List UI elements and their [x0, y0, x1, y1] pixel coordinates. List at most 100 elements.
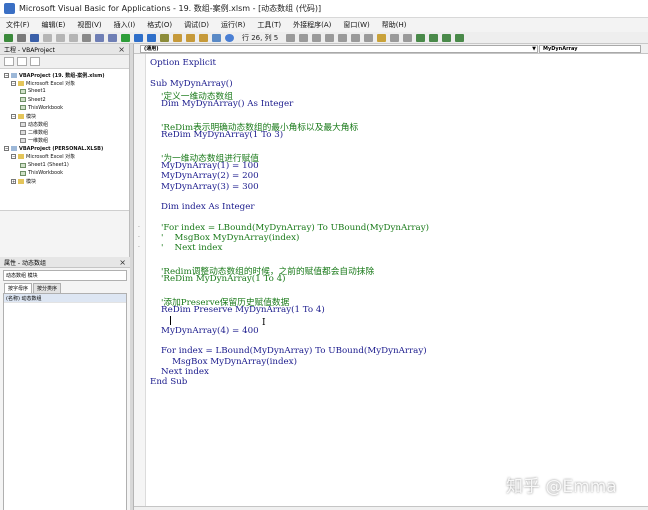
code-line[interactable]: 'ReDim MyDynArray(1 To 4) [150, 274, 285, 284]
paste-icon[interactable] [69, 33, 78, 42]
tree-item[interactable]: Sheet1 (Sheet1) [0, 161, 129, 169]
tree-item[interactable]: − 模块 [0, 112, 129, 120]
menu-item[interactable]: 插入(I) [114, 20, 136, 30]
toggle-breakpoint-icon[interactable] [377, 33, 387, 42]
code-line[interactable]: ' Next index [150, 243, 222, 253]
next-bookmark-icon[interactable] [429, 33, 439, 42]
property-row[interactable]: (名称) 动态数组 [4, 294, 126, 303]
code-line[interactable]: MyDynArray(2) = 200 [150, 171, 259, 181]
tree-item[interactable]: Sheet2 [0, 96, 129, 104]
code-line[interactable]: MsgBox MyDynArray(index) [150, 357, 297, 367]
reset-icon[interactable] [147, 33, 156, 42]
menu-item[interactable]: 编辑(E) [42, 20, 66, 30]
menu-item[interactable]: 文件(F) [6, 20, 30, 30]
view-object-icon[interactable] [17, 57, 27, 66]
copy-icon[interactable] [56, 33, 65, 42]
tree-item[interactable]: ThisWorkbook [0, 169, 129, 177]
list-constants-icon[interactable] [299, 33, 309, 42]
code-line[interactable]: ReDim Preserve MyDynArray(1 To 4) [150, 305, 325, 315]
toggle-bookmark-icon[interactable] [416, 33, 426, 42]
ibeam-cursor-icon: I [262, 317, 266, 328]
menu-item[interactable]: 调试(D) [184, 20, 209, 30]
menu-item[interactable]: 格式(O) [147, 20, 172, 30]
tree-item[interactable]: 动态数组 [0, 120, 129, 128]
toggle-folders-icon[interactable] [30, 57, 40, 66]
uncomment-block-icon[interactable] [403, 33, 413, 42]
tree-item[interactable]: − VBAProject (19. 数组-案例.xlsm) [0, 71, 129, 79]
previous-bookmark-icon[interactable] [442, 33, 452, 42]
help-icon[interactable] [225, 33, 234, 42]
tree-item[interactable]: ThisWorkbook [0, 104, 129, 112]
quick-info-icon[interactable] [312, 33, 322, 42]
indent-icon[interactable] [351, 33, 361, 42]
find-icon[interactable] [82, 33, 91, 42]
tree-item[interactable]: 二维数组 [0, 128, 129, 136]
cut-icon[interactable] [43, 33, 52, 42]
break-icon[interactable] [134, 33, 143, 42]
menu-item[interactable]: 运行(R) [221, 20, 245, 30]
code-line[interactable]: MyDynArray(4) = 400 [150, 326, 259, 336]
tab-alphabetic[interactable]: 按字母序 [4, 283, 33, 293]
tree-item[interactable]: − VBAProject (PERSONAL.XLSB) [0, 145, 129, 153]
procedure-combo[interactable]: MyDynArray [539, 45, 641, 53]
object-combo[interactable]: (通用) ▼ [140, 45, 538, 53]
excel-view-icon[interactable] [4, 33, 13, 42]
tree-item[interactable]: Sheet1 [0, 87, 129, 95]
code-line[interactable]: Dim MyDynArray() As Integer [150, 99, 293, 109]
comment-block-icon[interactable] [390, 33, 400, 42]
code-line[interactable]: ' MsgBox MyDynArray(index) [150, 233, 299, 243]
object-select[interactable]: 动态数组 模块 [3, 270, 127, 281]
margin-indicator-bar[interactable]: · · · [134, 54, 146, 510]
outdent-icon[interactable] [364, 33, 374, 42]
toolbox-icon[interactable] [212, 33, 221, 42]
save-icon[interactable] [30, 33, 39, 42]
menu-item[interactable]: 外接程序(A) [293, 20, 331, 30]
tree-item[interactable]: 一维数组 [0, 137, 129, 145]
code-line[interactable]: Next index [150, 367, 209, 377]
code-editor[interactable]: · · · Option Explicit Sub MyDynArray() '定… [134, 54, 648, 510]
parameter-info-icon[interactable] [325, 33, 335, 42]
tree-item[interactable]: + 模块 [0, 177, 129, 185]
code-line[interactable]: Dim index As Integer [150, 202, 255, 212]
menu-item[interactable]: 窗口(W) [343, 20, 369, 30]
code-line[interactable]: Option Explicit [150, 58, 216, 68]
undo-icon[interactable] [95, 33, 104, 42]
menu-item[interactable]: 工具(T) [257, 20, 281, 30]
collapse-icon[interactable]: − [11, 80, 16, 86]
view-code-icon[interactable] [4, 57, 14, 66]
code-line[interactable]: Sub MyDynArray() [150, 79, 233, 89]
list-properties-icon[interactable] [286, 33, 296, 42]
tab-categorized[interactable]: 按分类序 [33, 283, 62, 293]
code-line[interactable]: End Sub [150, 377, 187, 387]
chevron-down-icon[interactable]: ▼ [532, 46, 536, 52]
menu-item[interactable]: 视图(V) [77, 20, 101, 30]
project-explorer-icon[interactable] [173, 33, 182, 42]
collapse-icon[interactable]: − [11, 113, 16, 119]
redo-icon[interactable] [108, 33, 117, 42]
code-line[interactable]: 'For index = LBound(MyDynArray) To UBoun… [150, 223, 429, 233]
close-icon[interactable]: × [118, 45, 125, 54]
run-icon[interactable] [121, 33, 130, 42]
properties-icon[interactable] [186, 33, 195, 42]
collapse-icon[interactable]: − [11, 154, 16, 160]
code-text-segment: Option Explicit [150, 58, 217, 68]
code-text-segment: Dim MyDynArray() As Integer [150, 99, 294, 110]
menu-item[interactable]: 帮助(H) [382, 20, 407, 30]
close-icon[interactable]: × [119, 258, 126, 267]
code-line[interactable]: For index = LBound(MyDynArray) To UBound… [150, 346, 427, 356]
complete-word-icon[interactable] [338, 33, 348, 42]
clear-bookmarks-icon[interactable] [455, 33, 465, 42]
code-line[interactable]: MyDynArray(1) = 100 [150, 161, 259, 171]
code-line[interactable]: ReDim MyDynArray(1 To 3) [150, 130, 283, 140]
design-mode-icon[interactable] [160, 33, 169, 42]
folder-icon [18, 179, 24, 185]
insert-module-icon[interactable] [17, 33, 26, 42]
object-browser-icon[interactable] [199, 33, 208, 42]
tree-item[interactable]: − Microsoft Excel 对象 [0, 153, 129, 161]
collapse-icon[interactable]: − [4, 72, 9, 78]
collapse-icon[interactable]: − [4, 146, 9, 152]
expand-icon[interactable]: + [11, 179, 16, 185]
vba-app-icon [4, 3, 15, 14]
code-line[interactable]: MyDynArray(3) = 300 [150, 182, 259, 192]
tree-item[interactable]: − Microsoft Excel 对象 [0, 79, 129, 87]
